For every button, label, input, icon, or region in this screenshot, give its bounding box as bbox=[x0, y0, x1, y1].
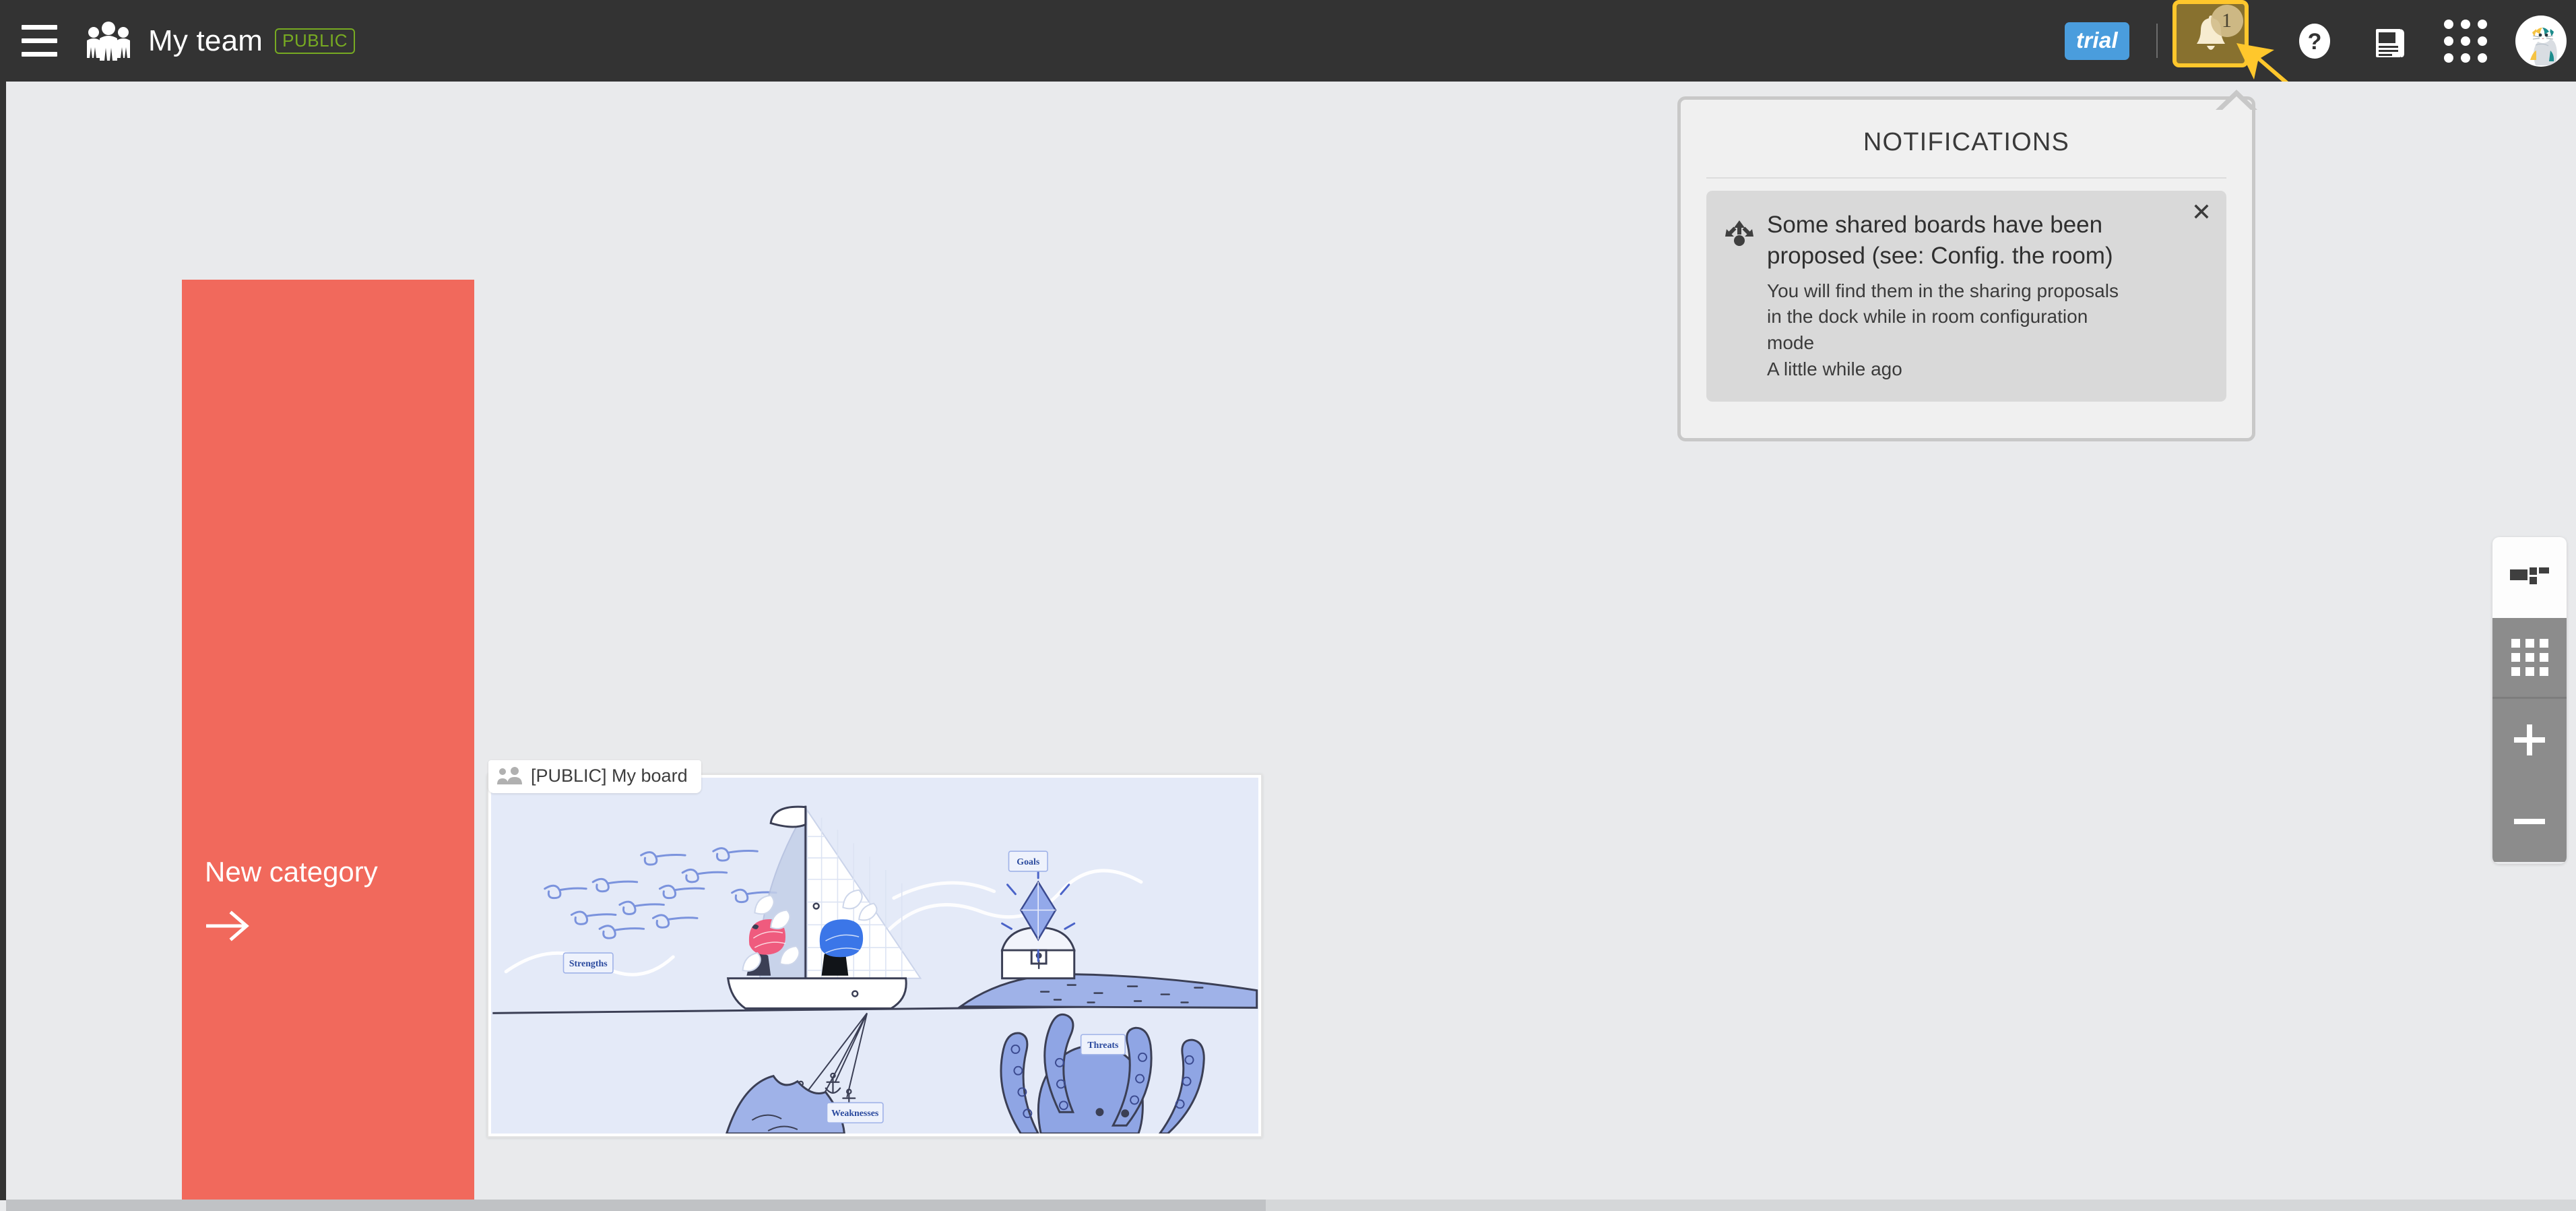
grid-view-button[interactable] bbox=[2492, 618, 2567, 699]
grid-cell bbox=[2539, 639, 2548, 648]
layout-mosaic-button[interactable] bbox=[2492, 537, 2567, 618]
notification-body: Some shared boards have been proposed (s… bbox=[1724, 210, 2186, 380]
apps-grid-icon[interactable] bbox=[2428, 0, 2503, 82]
grid-cell bbox=[2539, 667, 2548, 676]
zoom-in-button[interactable] bbox=[2492, 699, 2567, 781]
news-document-icon[interactable] bbox=[2352, 0, 2428, 82]
new-category-label: New category bbox=[205, 856, 378, 888]
visibility-badge: PUBLIC bbox=[275, 28, 356, 54]
notifications-panel-tail bbox=[2216, 90, 2257, 111]
minus-icon bbox=[2514, 819, 2545, 824]
svg-text:Weaknesses: Weaknesses bbox=[831, 1109, 879, 1119]
header-divider bbox=[2156, 24, 2158, 58]
hamburger-bar bbox=[21, 52, 57, 57]
grid-cell bbox=[2525, 653, 2534, 662]
people-group-icon bbox=[84, 21, 133, 61]
notification-item[interactable]: ✕ Some shared boards have been proposed … bbox=[1706, 191, 2226, 402]
grid-dot bbox=[2461, 53, 2470, 63]
arrow-right-icon bbox=[206, 910, 249, 941]
notification-description: You will find them in the sharing propos… bbox=[1767, 280, 2119, 353]
grid-dot bbox=[2478, 53, 2487, 63]
notifications-panel: NOTIFICATIONS ✕ Some shared boards have … bbox=[1677, 96, 2255, 441]
notifications-divider bbox=[1706, 177, 2226, 179]
notification-count-badge: 1 bbox=[2210, 5, 2243, 37]
hamburger-bar bbox=[21, 25, 57, 30]
header-right-group: trial ? bbox=[2064, 0, 2576, 82]
grid-cell bbox=[2511, 653, 2520, 662]
grid-cell bbox=[2525, 639, 2534, 648]
canvas-left-edge bbox=[0, 82, 6, 1200]
horizontal-scrollbar[interactable] bbox=[6, 1200, 2576, 1211]
people-group-icon bbox=[497, 766, 522, 784]
help-icon[interactable]: ? bbox=[2277, 0, 2352, 82]
grid-dot bbox=[2444, 36, 2453, 46]
notifications-panel-title: NOTIFICATIONS bbox=[1863, 128, 2070, 156]
close-icon[interactable]: ✕ bbox=[2191, 200, 2212, 224]
header-left-group: My team PUBLIC bbox=[0, 0, 356, 82]
grid-dot bbox=[2478, 19, 2487, 29]
hamburger-bar bbox=[21, 38, 57, 43]
grid-dot bbox=[2444, 19, 2453, 29]
grid-cell bbox=[2539, 653, 2548, 662]
avatar[interactable] bbox=[2515, 15, 2567, 67]
zoom-out-button[interactable] bbox=[2492, 781, 2567, 862]
horizontal-scrollbar-thumb[interactable] bbox=[6, 1200, 1266, 1211]
bell-icon: 1 bbox=[2187, 5, 2243, 57]
notification-timestamp: A little while ago bbox=[1767, 358, 1902, 379]
grid-dot bbox=[2461, 36, 2470, 46]
trial-badge[interactable]: trial bbox=[2064, 22, 2129, 60]
grid-view-icon bbox=[2511, 639, 2548, 676]
notification-texts: Some shared boards have been proposed (s… bbox=[1767, 210, 2186, 380]
new-category-tile[interactable]: New category bbox=[182, 280, 474, 1211]
grid-dot bbox=[2461, 19, 2470, 29]
board-thumbnail: Strengths Goals Weaknesses Threats bbox=[491, 778, 1258, 1134]
grid-cell bbox=[2511, 667, 2520, 676]
svg-text:?: ? bbox=[2308, 29, 2322, 55]
grid-dot bbox=[2444, 53, 2453, 63]
svg-text:Strengths: Strengths bbox=[569, 959, 608, 969]
svg-text:Goals: Goals bbox=[1017, 857, 1040, 867]
share-distribute-icon bbox=[1725, 220, 1753, 246]
board-name-badge[interactable]: [PUBLIC] My board bbox=[488, 760, 701, 793]
hamburger-menu-icon[interactable] bbox=[0, 0, 78, 82]
grid-cell bbox=[2511, 639, 2520, 648]
plus-icon bbox=[2514, 724, 2545, 755]
board-name-label: [PUBLIC] My board bbox=[531, 766, 688, 786]
grid-dot bbox=[2478, 36, 2487, 46]
notifications-bell-button[interactable]: 1 bbox=[2172, 0, 2249, 67]
page-title: My team bbox=[148, 24, 263, 57]
notification-title: Some shared boards have been proposed (s… bbox=[1767, 212, 2113, 270]
apps-grid-dots bbox=[2444, 19, 2487, 63]
svg-text:Threats: Threats bbox=[1087, 1041, 1119, 1051]
app-root: My team PUBLIC trial ? 1 New category St… bbox=[0, 0, 2576, 1211]
right-toolbar bbox=[2492, 537, 2567, 864]
layout-mosaic-icon bbox=[2510, 567, 2549, 584]
grid-cell bbox=[2525, 667, 2534, 676]
board-card[interactable]: Strengths Goals Weaknesses Threats bbox=[487, 774, 1262, 1138]
